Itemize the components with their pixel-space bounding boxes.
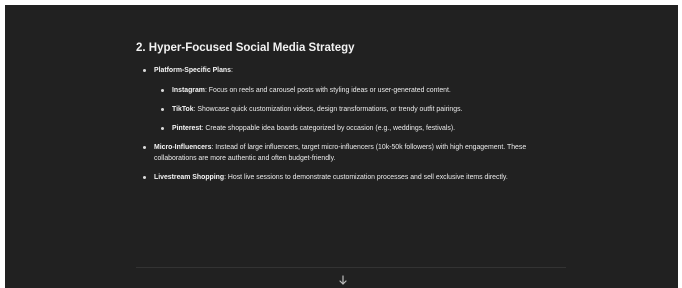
pinterest-text: Create shoppable idea boards categorized… — [203, 125, 456, 132]
tiktok-text: Showcase quick customization videos, des… — [195, 106, 463, 113]
livestream-text: Host live sessions to demonstrate custom… — [226, 174, 508, 181]
strategy-list: Platform-Specific Plans: Instagram: Focu… — [136, 65, 566, 183]
list-item-livestream: Livestream Shopping: Host live sessions … — [136, 172, 566, 183]
list-item-pinterest: Pinterest: Create shoppable idea boards … — [154, 123, 566, 134]
list-item-platform-plans: Platform-Specific Plans: Instagram: Focu… — [136, 65, 566, 134]
platform-list: Instagram: Focus on reels and carousel p… — [154, 85, 566, 134]
section-heading: 2. Hyper-Focused Social Media Strategy — [136, 42, 355, 54]
tiktok-label: TikTok — [172, 106, 194, 113]
list-item-tiktok: TikTok: Showcase quick customization vid… — [154, 104, 566, 115]
arrow-down-icon — [336, 273, 350, 287]
divider — [136, 267, 566, 268]
pinterest-label: Pinterest — [172, 125, 202, 132]
chat-message-panel: 2. Hyper-Focused Social Media Strategy P… — [5, 5, 678, 288]
list-item-instagram: Instagram: Focus on reels and carousel p… — [154, 85, 566, 96]
platform-plans-label: Platform-Specific Plans — [154, 67, 231, 74]
micro-influencers-label: Micro-Influencers — [154, 144, 212, 151]
scroll-down-button[interactable] — [336, 273, 350, 287]
instagram-text: Focus on reels and carousel posts with s… — [206, 87, 451, 94]
list-item-micro-influencers: Micro-Influencers: Instead of large infl… — [136, 142, 566, 164]
livestream-label: Livestream Shopping — [154, 174, 225, 181]
platform-plans-suffix: : — [230, 67, 233, 74]
assistant-message: 2. Hyper-Focused Social Media Strategy P… — [136, 41, 566, 191]
instagram-label: Instagram — [172, 87, 205, 94]
